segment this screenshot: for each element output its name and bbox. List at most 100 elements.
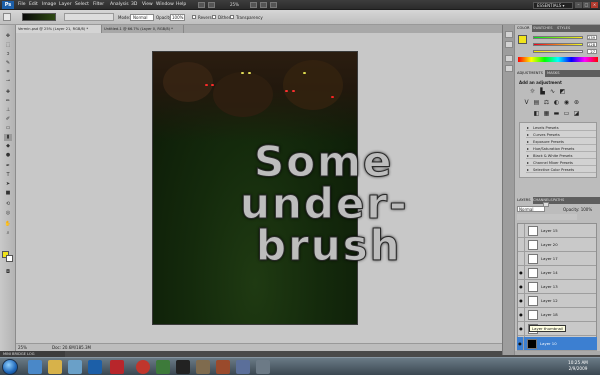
- crop-tool-icon[interactable]: ⌗: [4, 69, 12, 76]
- vibrance-icon[interactable]: V: [523, 99, 530, 106]
- minimize-icon[interactable]: –: [575, 2, 582, 8]
- explorer-icon[interactable]: [48, 360, 62, 374]
- gradient-map-icon[interactable]: ▭: [563, 110, 570, 117]
- eye-icon[interactable]: ●: [518, 266, 525, 280]
- menu-file[interactable]: File: [18, 2, 26, 7]
- layer-row[interactable]: ● Layer 13: [518, 280, 596, 294]
- app-icon[interactable]: [176, 360, 190, 374]
- marquee-tool-icon[interactable]: ⬚: [4, 42, 12, 49]
- layer-thumbnail[interactable]: [528, 226, 538, 236]
- color-ramp[interactable]: [518, 57, 598, 62]
- app-icon[interactable]: [156, 360, 170, 374]
- visibility-toggle[interactable]: [518, 224, 525, 238]
- photoshop-taskbar-icon[interactable]: [88, 360, 102, 374]
- blue-slider[interactable]: [533, 50, 583, 53]
- tab-paths[interactable]: PATHS: [551, 197, 566, 204]
- tab-masks[interactable]: MASKS: [545, 70, 561, 77]
- opacity-field[interactable]: 100%: [170, 14, 185, 21]
- layer-row[interactable]: Layer 20: [518, 238, 596, 252]
- curves-icon[interactable]: ∿: [549, 88, 556, 95]
- menu-edit[interactable]: Edit: [29, 2, 38, 7]
- gradient-preview[interactable]: [22, 13, 56, 21]
- invert-icon[interactable]: ◧: [533, 110, 540, 117]
- app-icon[interactable]: [136, 360, 150, 374]
- brush-tool-icon[interactable]: ✏: [4, 98, 12, 105]
- color-fg-swatch[interactable]: [518, 35, 527, 44]
- stamp-tool-icon[interactable]: ⊥: [4, 107, 12, 114]
- red-slider[interactable]: [533, 36, 583, 39]
- doc-tab-vermin[interactable]: Vermin.psd @ 25% (Layer 21, RGB/8) *: [16, 25, 102, 33]
- gradient-type-buttons[interactable]: [64, 13, 114, 21]
- app-icon[interactable]: [216, 360, 230, 374]
- menu-filter[interactable]: Filter: [93, 2, 104, 7]
- eye-icon[interactable]: ●: [518, 308, 525, 322]
- layer-row[interactable]: Layer 15: [518, 224, 596, 238]
- link-layers-icon[interactable]: [543, 202, 549, 207]
- quick-mask-icon[interactable]: ◘: [4, 269, 12, 276]
- lasso-tool-icon[interactable]: ↄ: [4, 51, 12, 58]
- move-tool-icon[interactable]: ✥: [4, 33, 12, 40]
- rotate-view-icon[interactable]: [270, 2, 277, 8]
- workspace-switcher[interactable]: ESSENTIALS ▾: [533, 2, 573, 9]
- canvas-area[interactable]: Some under- brush: [16, 33, 502, 343]
- eye-icon[interactable]: ●: [517, 337, 524, 351]
- dodge-tool-icon[interactable]: ●: [4, 152, 12, 159]
- tab-color[interactable]: COLOR: [515, 25, 532, 32]
- status-zoom[interactable]: 25%: [18, 345, 27, 350]
- channel-mixer-icon[interactable]: ⊛: [573, 99, 580, 106]
- blend-mode-select[interactable]: Normal: [517, 206, 545, 212]
- preset-black-white[interactable]: Black & White Presets: [526, 153, 596, 159]
- history-brush-icon[interactable]: ✐: [4, 116, 12, 123]
- preset-curves[interactable]: Curves Presets: [526, 132, 596, 138]
- app-icon[interactable]: [110, 360, 124, 374]
- layer-thumbnail[interactable]: [528, 254, 538, 264]
- red-value[interactable]: 239: [587, 35, 597, 40]
- hue-sat-icon[interactable]: ▤: [533, 99, 540, 106]
- layer-thumbnail[interactable]: [528, 282, 538, 292]
- levels-icon[interactable]: ▙: [539, 88, 546, 95]
- preset-levels[interactable]: Levels Presets: [526, 125, 596, 131]
- menu-3d[interactable]: 3D: [131, 2, 137, 7]
- tab-layers[interactable]: LAYERS: [515, 197, 533, 204]
- app-icon[interactable]: [256, 360, 270, 374]
- actions-icon[interactable]: [505, 41, 513, 48]
- hand-tool-icon[interactable]: [250, 2, 257, 8]
- type-tool-icon[interactable]: T: [4, 172, 12, 179]
- threshold-icon[interactable]: ▬: [553, 110, 560, 117]
- layer-thumbnail[interactable]: [528, 268, 538, 278]
- layer-thumbnail[interactable]: [528, 310, 538, 320]
- layer-row[interactable]: Layer 17: [518, 252, 596, 266]
- menu-layer[interactable]: Layer: [59, 2, 72, 7]
- dither-checkbox[interactable]: [212, 15, 216, 19]
- blue-value[interactable]: 27: [587, 49, 597, 54]
- preset-exposure[interactable]: Exposure Presets: [526, 139, 596, 145]
- reverse-checkbox[interactable]: [192, 15, 196, 19]
- 3d-rotate-icon[interactable]: ⟲: [4, 201, 12, 208]
- doc-tab-untitled[interactable]: Untitled-1 @ 66.7% (Layer 0, RGB/8) *: [102, 25, 184, 33]
- media-player-icon[interactable]: [68, 360, 82, 374]
- history-icon[interactable]: [505, 31, 513, 38]
- green-value[interactable]: 228: [587, 42, 597, 47]
- exposure-icon[interactable]: ◩: [559, 88, 566, 95]
- app-icon[interactable]: [196, 360, 210, 374]
- layer-row[interactable]: ● Layer 14: [518, 266, 596, 280]
- app-icon[interactable]: [236, 360, 250, 374]
- menu-view[interactable]: View: [142, 2, 153, 7]
- eye-icon[interactable]: ●: [518, 294, 525, 308]
- color-balance-icon[interactable]: ⚖: [543, 99, 550, 106]
- path-select-icon[interactable]: ➤: [4, 181, 12, 188]
- layer-row[interactable]: ● Layer 12: [518, 294, 596, 308]
- ie-icon[interactable]: [28, 360, 42, 374]
- tab-styles[interactable]: STYLES: [555, 25, 572, 32]
- gradient-tool-icon[interactable]: [3, 13, 11, 21]
- menu-help[interactable]: Help: [176, 2, 186, 7]
- eraser-tool-icon[interactable]: ▭: [4, 125, 12, 132]
- zoom-level[interactable]: 25%: [230, 2, 239, 7]
- bridge-icon[interactable]: [198, 2, 205, 8]
- layer-thumbnail[interactable]: [527, 339, 537, 349]
- status-doc-size[interactable]: Doc: 20.6M/185.3M: [52, 345, 91, 350]
- hand-tool-icon[interactable]: ✋: [4, 221, 12, 228]
- layer-thumbnail[interactable]: [528, 240, 538, 250]
- layer-opacity[interactable]: Opacity: 100%: [563, 207, 592, 212]
- system-clock[interactable]: 10:25 AM 2/9/2009: [560, 360, 596, 374]
